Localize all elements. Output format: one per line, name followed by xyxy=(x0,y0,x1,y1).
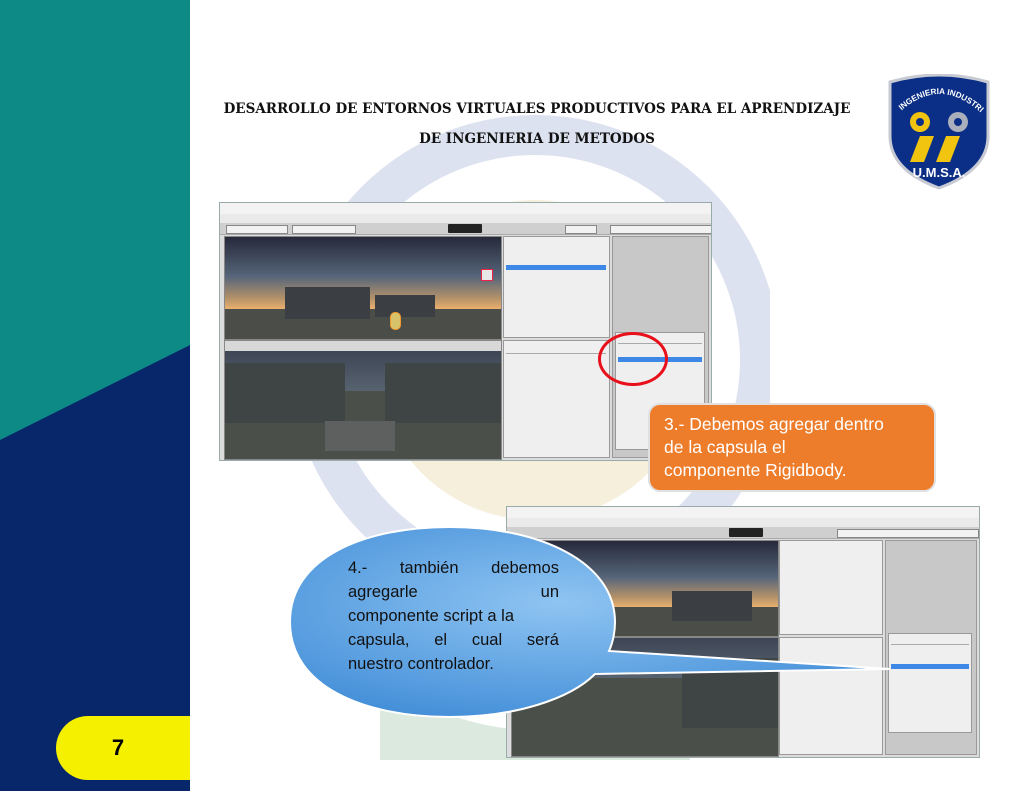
step-4-callout-text: 4.- también debemos agregarle un compone… xyxy=(348,556,559,676)
play-controls xyxy=(448,224,482,233)
ingenieria-industrial-logo: INGENIERIA INDUSTRIAL U.M.S.A. xyxy=(884,74,990,190)
menu-bar xyxy=(507,518,979,527)
step-4-word: debemos xyxy=(491,559,559,577)
title-line-1: DESARROLLO DE ENTORNOS VIRTUALES PRODUCT… xyxy=(223,101,851,117)
step-4-line-1: 4.- también debemos xyxy=(348,556,559,580)
step-3-line-3: componente Rigidbody. xyxy=(664,460,847,480)
hierarchy-panel xyxy=(503,236,610,338)
game-view xyxy=(224,340,502,460)
step-4-word: será xyxy=(526,631,559,649)
step-4-word: cual xyxy=(471,631,503,649)
step-3-line-1: 3.- Debemos agregar dentro xyxy=(664,414,884,434)
step-4-line-5: nuestro controlador. xyxy=(348,652,559,676)
pivot-global-toggle xyxy=(292,225,356,234)
step-4-word: 4.- xyxy=(348,559,368,577)
collab-button xyxy=(565,225,597,234)
step-3-callout: 3.- Debemos agregar dentro de la capsula… xyxy=(648,403,936,492)
rigidbody-highlight-ellipse xyxy=(598,332,668,386)
left-decorative-band: 7 xyxy=(0,0,190,791)
step-4-word: agregarle xyxy=(348,583,418,601)
step-4-word: el xyxy=(434,631,448,649)
step-4-word: nuestro controlador. xyxy=(348,655,494,673)
step-4-word: un xyxy=(540,583,559,601)
logo-bottom-text: U.M.S.A. xyxy=(913,165,966,180)
page-title: DESARROLLO DE ENTORNOS VIRTUALES PRODUCT… xyxy=(212,94,862,154)
page-number: 7 xyxy=(111,735,125,760)
step-4-line-2: agregarle un xyxy=(348,580,559,604)
step-4-line-3: componente script a la xyxy=(348,604,559,628)
step-4-word: también xyxy=(399,559,459,577)
step-4-line-4: capsula, el cual será xyxy=(348,628,559,652)
transform-tools xyxy=(226,225,288,234)
account-layers-layout xyxy=(610,225,711,234)
page-number-badge: 7 xyxy=(56,716,190,780)
title-line-2: DE INGENIERIA DE METODOS xyxy=(419,131,655,147)
scene-view xyxy=(224,236,502,340)
step-3-line-2: de la capsula el xyxy=(664,437,786,457)
menu-bar xyxy=(220,214,711,223)
project-panel xyxy=(503,340,610,458)
step-4-word: capsula, xyxy=(348,631,410,649)
step-4-word: componente script a la xyxy=(348,607,515,625)
